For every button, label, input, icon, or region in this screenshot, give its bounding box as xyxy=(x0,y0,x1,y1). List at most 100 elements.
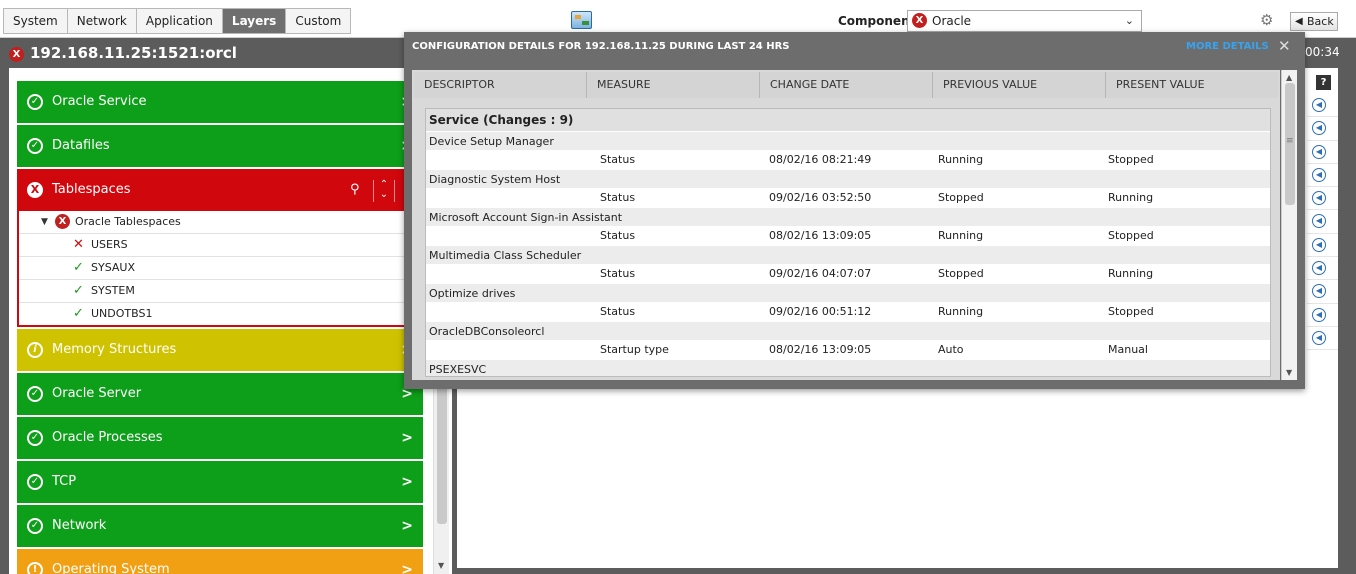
history-icon[interactable]: ◀ xyxy=(1312,237,1326,252)
layer-memory-structures[interactable]: i Memory Structures > xyxy=(17,329,423,371)
search-icon[interactable]: ⚲ xyxy=(350,171,360,209)
present-cell: Stopped xyxy=(1108,305,1154,318)
tree-item[interactable]: ✓ UNDOTBS1 xyxy=(19,303,421,326)
history-icon[interactable]: ◀ xyxy=(1312,191,1326,206)
present-cell: Stopped xyxy=(1108,153,1154,166)
history-icon[interactable]: ◀ xyxy=(1312,307,1326,322)
present-cell: Stopped xyxy=(1108,229,1154,242)
table-row: ◀ xyxy=(1307,304,1338,327)
layer-operating-system[interactable]: ! Operating System > xyxy=(17,549,423,574)
previous-cell: Running xyxy=(938,305,984,318)
layer-tablespaces[interactable]: X Tablespaces ⚲ ⌃ ⌄ xyxy=(19,171,421,211)
history-icon[interactable]: ◀ xyxy=(1312,98,1326,112)
layer-label: Tablespaces xyxy=(52,182,131,197)
check-icon: ✓ xyxy=(27,430,43,446)
back-label: Back xyxy=(1307,15,1334,28)
service-row: PSEXESVC xyxy=(426,359,1270,376)
history-icon[interactable]: ◀ xyxy=(1312,261,1326,276)
layer-label: Oracle Server xyxy=(52,386,142,401)
tree-root[interactable]: ▼ X Oracle Tablespaces xyxy=(19,211,421,234)
service-row: Device Setup Manager xyxy=(426,131,1270,150)
check-icon: ✓ xyxy=(73,283,84,298)
dashboard-icon[interactable] xyxy=(571,11,592,29)
main-tabs: System Network Application Layers Custom xyxy=(3,8,352,34)
present-cell: Running xyxy=(1108,267,1154,280)
col-previous-value[interactable]: PREVIOUS VALUE xyxy=(933,72,1106,98)
detail-row: Status 09/02/16 03:52:50 Stopped Running xyxy=(426,188,1270,207)
service-row: Diagnostic System Host xyxy=(426,169,1270,188)
help-icon[interactable]: ? xyxy=(1316,75,1331,90)
tree-root-label: Oracle Tablespaces xyxy=(75,215,181,228)
history-icon[interactable]: ◀ xyxy=(1312,330,1326,345)
error-icon: X xyxy=(27,182,43,198)
col-measure[interactable]: MEASURE xyxy=(587,72,760,98)
component-label: Component xyxy=(838,14,916,28)
layer-oracle-service[interactable]: ✓ Oracle Service > xyxy=(17,81,423,123)
tab-system[interactable]: System xyxy=(3,8,68,34)
layer-tcp[interactable]: ✓ TCP > xyxy=(17,461,423,503)
scroll-down-icon[interactable]: ▼ xyxy=(438,561,444,570)
cross-icon: ✕ xyxy=(73,237,84,252)
check-icon: ✓ xyxy=(73,260,84,275)
col-change-date[interactable]: CHANGE DATE xyxy=(760,72,933,98)
history-icon[interactable]: ◀ xyxy=(1312,121,1326,136)
layers-panel: ✓ Oracle Service > ✓ Datafiles > X Table… xyxy=(9,68,452,574)
present-cell: Running xyxy=(1108,191,1154,204)
layer-label: Memory Structures xyxy=(52,342,177,357)
check-icon: ✓ xyxy=(27,386,43,402)
component-select[interactable]: X Oracle Database:192.168.11.25:15 ⌄ xyxy=(907,10,1142,48)
changes-table: Service (Changes : 9) Device Setup Manag… xyxy=(425,108,1271,377)
tab-network[interactable]: Network xyxy=(67,8,137,34)
table-header: DESCRIPTOR MEASURE CHANGE DATE PREVIOUS … xyxy=(414,72,1278,98)
tab-custom[interactable]: Custom xyxy=(286,8,352,34)
table-row: ◀ xyxy=(1307,280,1338,304)
error-icon: X xyxy=(912,13,927,28)
previous-cell: Stopped xyxy=(938,191,984,204)
measure-cell: Startup type xyxy=(600,343,669,356)
tree-item-label: SYSTEM xyxy=(91,284,135,297)
chevron-right-icon: > xyxy=(401,474,413,490)
history-icon[interactable]: ◀ xyxy=(1312,284,1326,299)
detail-row: Status 08/02/16 13:09:05 Running Stopped xyxy=(426,226,1270,245)
dialog-scrollbar[interactable]: ▲ ≡ ▼ xyxy=(1281,70,1297,380)
measure-cell: Status xyxy=(600,305,636,318)
tree-item[interactable]: ✕ USERS xyxy=(19,234,421,257)
layer-oracle-processes[interactable]: ✓ Oracle Processes > xyxy=(17,417,423,459)
close-icon[interactable]: ✕ xyxy=(1278,37,1291,55)
present-cell: Manual xyxy=(1108,343,1148,356)
check-icon: ✓ xyxy=(27,138,43,154)
caret-down-icon[interactable]: ▼ xyxy=(41,211,48,233)
scroll-up-icon[interactable]: ▲ xyxy=(1286,73,1292,82)
error-icon: X xyxy=(9,47,24,62)
layer-network[interactable]: ✓ Network > xyxy=(17,505,423,547)
col-present-value[interactable]: PRESENT VALUE xyxy=(1106,72,1278,98)
tree-item[interactable]: ✓ SYSAUX xyxy=(19,257,421,280)
history-column: ◀ ◀ ◀ ◀ ◀ ◀ ◀ ◀ ◀ ◀ ◀ xyxy=(1307,94,1338,351)
back-arrow-icon: ◀ xyxy=(1295,16,1303,27)
layer-datafiles[interactable]: ✓ Datafiles > xyxy=(17,125,423,167)
back-button[interactable]: ◀ Back xyxy=(1290,12,1338,31)
sort-icon[interactable]: ⌃ ⌄ xyxy=(373,180,395,202)
col-descriptor[interactable]: DESCRIPTOR xyxy=(414,72,587,98)
scroll-down-icon[interactable]: ▼ xyxy=(1286,368,1292,377)
measure-cell: Status xyxy=(600,267,636,280)
layer-label: Network xyxy=(52,518,107,533)
left-title: X 192.168.11.25:1521:orcl xyxy=(9,44,237,62)
gear-icon[interactable]: ⚙ xyxy=(1260,11,1273,29)
tree-item[interactable]: ✓ SYSTEM xyxy=(19,280,421,303)
more-details-link[interactable]: MORE DETAILS xyxy=(1186,41,1269,52)
history-icon[interactable]: ◀ xyxy=(1312,144,1326,159)
history-icon[interactable]: ◀ xyxy=(1312,167,1326,182)
history-icon[interactable]: ◀ xyxy=(1312,214,1326,229)
tab-layers[interactable]: Layers xyxy=(222,8,287,34)
table-row: ◀ xyxy=(1307,327,1338,351)
detail-row: Startup type 08/02/16 13:09:05 Auto Manu… xyxy=(426,340,1270,359)
tab-application[interactable]: Application xyxy=(136,8,223,34)
table-row: ◀ xyxy=(1307,257,1338,281)
layer-oracle-server[interactable]: ✓ Oracle Server > xyxy=(17,373,423,415)
layer-label: Datafiles xyxy=(52,138,110,153)
date-cell: 09/02/16 04:07:07 xyxy=(769,267,872,280)
check-icon: ✓ xyxy=(73,306,84,321)
measure-cell: Status xyxy=(600,153,636,166)
dialog-body: DESCRIPTOR MEASURE CHANGE DATE PREVIOUS … xyxy=(412,70,1280,380)
